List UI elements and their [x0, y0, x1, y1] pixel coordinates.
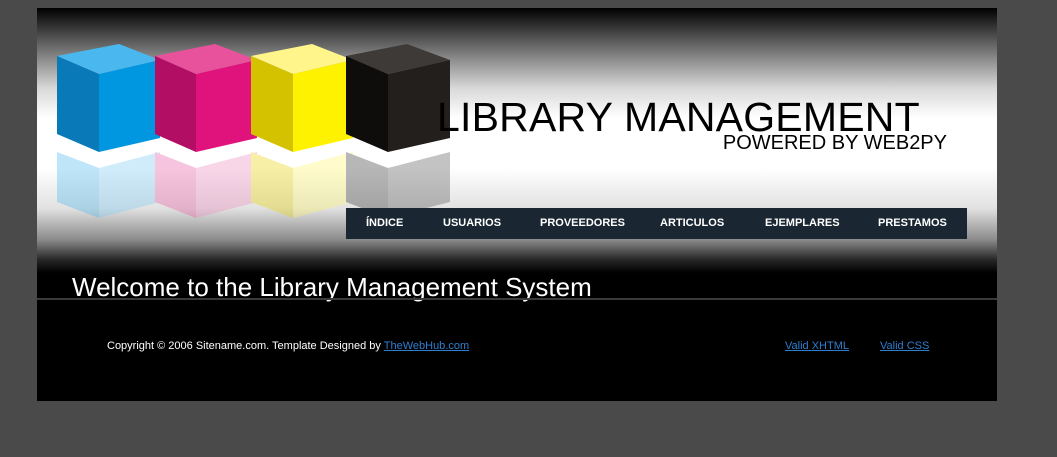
cyan-cube-reflection: [57, 152, 99, 218]
nav-item-proveedores[interactable]: PROVEEDORES: [540, 217, 625, 229]
black-cube: [346, 44, 450, 152]
cyan-cube: [57, 44, 160, 152]
magenta-cube-reflection: [196, 152, 257, 218]
yellow-cube: [251, 44, 353, 152]
page-container: LIBRARY MANAGEMENT POWERED BY WEB2PY ÍND…: [37, 8, 997, 401]
valid-xhtml-link[interactable]: Valid XHTML: [785, 340, 849, 352]
cmyk-cubes-logo: [57, 44, 450, 218]
nav-item-prestamos[interactable]: PRESTAMOS: [878, 217, 947, 229]
yellow-cube-reflection: [293, 152, 353, 218]
valid-css-link[interactable]: Valid CSS: [880, 340, 929, 352]
magenta-cube: [155, 44, 257, 152]
site-subtitle: POWERED BY WEB2PY: [722, 132, 947, 154]
designer-link[interactable]: TheWebHub.com: [384, 340, 469, 352]
nav-item-ejemplares[interactable]: EJEMPLARES: [765, 217, 840, 229]
nav-item-indice[interactable]: ÍNDICE: [366, 217, 403, 229]
nav-item-articulos[interactable]: ARTICULOS: [660, 217, 724, 229]
nav-item-usuarios[interactable]: USUARIOS: [443, 217, 501, 229]
header: LIBRARY MANAGEMENT POWERED BY WEB2PY ÍND…: [37, 8, 997, 273]
divider: [37, 298, 997, 300]
copyright-text: Copyright © 2006 Sitename.com. Template …: [107, 340, 381, 352]
main-nav: ÍNDICE USUARIOS PROVEEDORES ARTICULOS EJ…: [346, 208, 967, 239]
footer-copyright: Copyright © 2006 Sitename.com. Template …: [107, 340, 469, 352]
